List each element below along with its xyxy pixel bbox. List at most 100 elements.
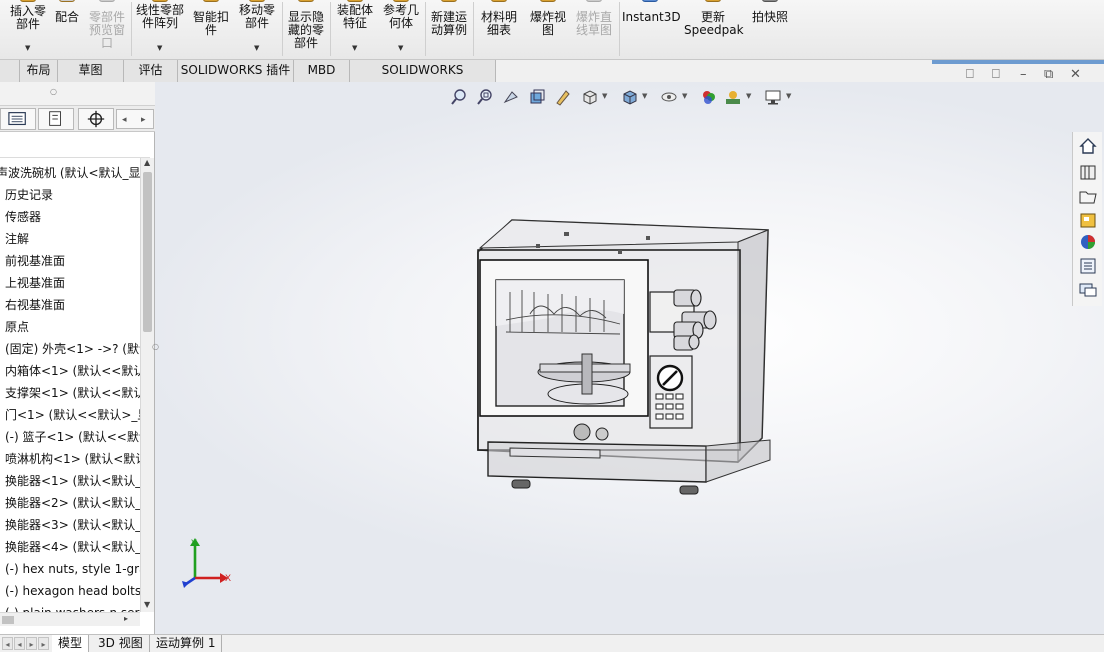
view-settings-icon[interactable] (764, 88, 782, 106)
tree-item-front-plane[interactable]: 前视基准面 (5, 250, 65, 272)
chevron-down-icon[interactable]: ▼ (352, 42, 357, 55)
tree-item-origin[interactable]: 原点 (5, 316, 29, 338)
tab-solidworks-addins[interactable]: SOLIDWORKS 插件 (178, 60, 294, 82)
panel-tab-scroller[interactable]: ◂ ▸ (116, 109, 154, 129)
exploded-view-button[interactable]: 爆炸视 图 (526, 0, 570, 37)
tab-solidworks-inspection[interactable]: SOLIDWORKS Inspection (350, 60, 496, 98)
view-palette-icon[interactable] (1077, 210, 1099, 230)
panel-splitter[interactable]: ○ (0, 82, 155, 106)
scroll-down-icon[interactable]: ▼ (144, 600, 150, 609)
tile-left-icon[interactable]: ⎕ (966, 67, 974, 82)
tile-right-icon[interactable]: ⎕ (992, 67, 1000, 82)
featuremanager-tab[interactable] (0, 108, 36, 130)
reference-triad[interactable]: Y X (178, 534, 234, 590)
restore-icon[interactable]: ⧉ (1044, 67, 1053, 82)
splitter-handle-icon[interactable]: ○ (50, 87, 57, 96)
tree-item-transducer-2[interactable]: 换能器<2> (默认<默认_ (5, 492, 140, 514)
smart-fasteners-button[interactable]: 智能扣 件 (190, 0, 232, 37)
tree-item-transducer-3[interactable]: 换能器<3> (默认<默认_ (5, 514, 140, 536)
configurationmanager-tab[interactable] (78, 108, 114, 130)
last-tab-icon[interactable]: ▸ (38, 637, 49, 650)
tab-overflow[interactable] (0, 60, 20, 82)
tree-item-sensors[interactable]: 传感器 (5, 206, 41, 228)
tab-mbd[interactable]: MBD (294, 60, 350, 82)
solidworks-resources-icon[interactable] (1077, 136, 1099, 156)
dynamic-annotation-icon[interactable] (554, 88, 572, 106)
instant3d-button[interactable]: Instant3D (622, 0, 681, 24)
tab-evaluate[interactable]: 评估 (124, 60, 178, 82)
chevron-down-icon[interactable]: ▼ (254, 42, 259, 55)
close-icon[interactable]: ✕ (1070, 67, 1081, 82)
tree-item-door[interactable]: 门<1> (默认<<默认>_显 (5, 404, 140, 426)
bill-of-materials-button[interactable]: 材料明 细表 (477, 0, 521, 37)
reference-geometry-button[interactable]: 参考几 何体 ▼ (380, 0, 422, 52)
tree-item-top-plane[interactable]: 上视基准面 (5, 272, 65, 294)
new-motion-study-button[interactable]: 新建运 动算例 (428, 0, 470, 37)
show-hidden-components-button[interactable]: 显示隐 藏的零 部件 (285, 0, 327, 50)
solidworks-forum-icon[interactable] (1077, 280, 1099, 300)
panel-collapse-handle-icon[interactable]: ○ (152, 342, 159, 351)
chevron-down-icon[interactable]: ▼ (746, 92, 751, 100)
previous-view-icon[interactable] (502, 88, 520, 106)
tree-item-plain-washers[interactable]: (-) plain washers-n seri (5, 602, 140, 612)
display-style-icon[interactable] (620, 88, 638, 106)
tree-item-support-frame[interactable]: 支撑架<1> (默认<<默认 (5, 382, 140, 404)
tab-sketch[interactable]: 草图 (58, 60, 124, 82)
tree-item-right-plane[interactable]: 右视基准面 (5, 294, 65, 316)
zoom-to-area-icon[interactable] (476, 88, 494, 106)
tab-motion-study-1[interactable]: 运动算例 1 (150, 635, 223, 652)
tree-item-hex-bolts[interactable]: (-) hexagon head bolts (5, 580, 140, 602)
explode-line-sketch-button[interactable]: 爆炸直 线草图 (572, 0, 616, 37)
custom-properties-icon[interactable] (1077, 256, 1099, 276)
tree-item-annotations[interactable]: 注解 (5, 228, 29, 250)
move-component-button[interactable]: 移动零 部件 ▼ (236, 0, 278, 52)
scroll-right-icon[interactable]: ▸ (124, 614, 128, 623)
tree-item-transducer-4[interactable]: 换能器<4> (默认<默认_ (5, 536, 140, 558)
tree-item-housing[interactable]: (固定) 外壳<1> ->? (默认 (5, 338, 140, 360)
propertymanager-tab[interactable] (38, 108, 74, 130)
tree-item-history[interactable]: 历史记录 (5, 184, 53, 206)
first-tab-icon[interactable]: ◂ (2, 637, 13, 650)
tree-horizontal-scrollbar[interactable]: ▸ (0, 612, 140, 626)
tree-filter-area[interactable] (0, 132, 150, 158)
mate-button[interactable]: 配合 (53, 0, 81, 24)
assembly-features-button[interactable]: 装配体 特征 ▼ (334, 0, 376, 52)
view-orientation-icon[interactable] (580, 88, 598, 106)
chevron-down-icon[interactable]: ▼ (602, 92, 607, 100)
chevron-down-icon[interactable]: ▼ (786, 92, 791, 100)
tree-vertical-scrollbar[interactable]: ▲ ▼ (140, 158, 154, 612)
previous-tab-icon[interactable]: ◂ (14, 637, 25, 650)
chevron-down-icon[interactable]: ▼ (398, 42, 403, 55)
tree-item-spray-mechanism[interactable]: 喷淋机构<1> (默认<默认 (5, 448, 140, 470)
component-preview-window-button[interactable]: 零部件 预览窗 口 (86, 0, 128, 50)
tab-layout[interactable]: 布局 (20, 60, 58, 82)
design-library-icon[interactable] (1077, 162, 1099, 182)
chevron-down-icon[interactable]: ▼ (682, 92, 687, 100)
apply-scene-icon[interactable] (724, 88, 742, 106)
edit-appearance-icon[interactable] (700, 88, 718, 106)
linear-component-pattern-button[interactable]: 线性零部 件阵列 ▼ (134, 0, 186, 52)
chevron-down-icon[interactable]: ▼ (157, 42, 162, 55)
tab-3d-views[interactable]: 3D 视图 (92, 635, 150, 652)
file-explorer-icon[interactable] (1077, 186, 1099, 206)
take-snapshot-button[interactable]: 拍快照 (748, 0, 792, 24)
chevron-down-icon[interactable]: ▼ (25, 42, 30, 55)
chevron-down-icon[interactable]: ▼ (642, 92, 647, 100)
tree-item-hex-nuts[interactable]: (-) hex nuts, style 1-gra (5, 558, 140, 580)
tree-item-inner-tank[interactable]: 内箱体<1> (默认<<默认 (5, 360, 140, 382)
appearances-scenes-icon[interactable] (1077, 232, 1099, 252)
section-view-icon[interactable] (528, 88, 546, 106)
tab-model[interactable]: 模型 (52, 635, 90, 652)
next-tab-icon[interactable]: ▸ (26, 637, 37, 650)
tree-item-top-assembly[interactable]: 声波洗碗机 (默认<默认_显 (0, 162, 140, 184)
chevron-right-icon[interactable]: ▸ (141, 110, 146, 130)
scrollbar-thumb[interactable] (2, 616, 14, 624)
scroll-up-icon[interactable]: ▲ (144, 158, 150, 167)
chevron-left-icon[interactable]: ◂ (122, 110, 127, 130)
update-speedpak-button[interactable]: 更新 Speedpak (684, 0, 744, 37)
scrollbar-thumb[interactable] (143, 172, 152, 332)
tree-item-transducer-1[interactable]: 换能器<1> (默认<默认_ (5, 470, 140, 492)
tree-item-basket[interactable]: (-) 篮子<1> (默认<<默认 (5, 426, 140, 448)
insert-components-button[interactable]: 插入零 部件 ▼ (6, 0, 50, 52)
dishwasher-3d-model[interactable] (470, 214, 780, 506)
